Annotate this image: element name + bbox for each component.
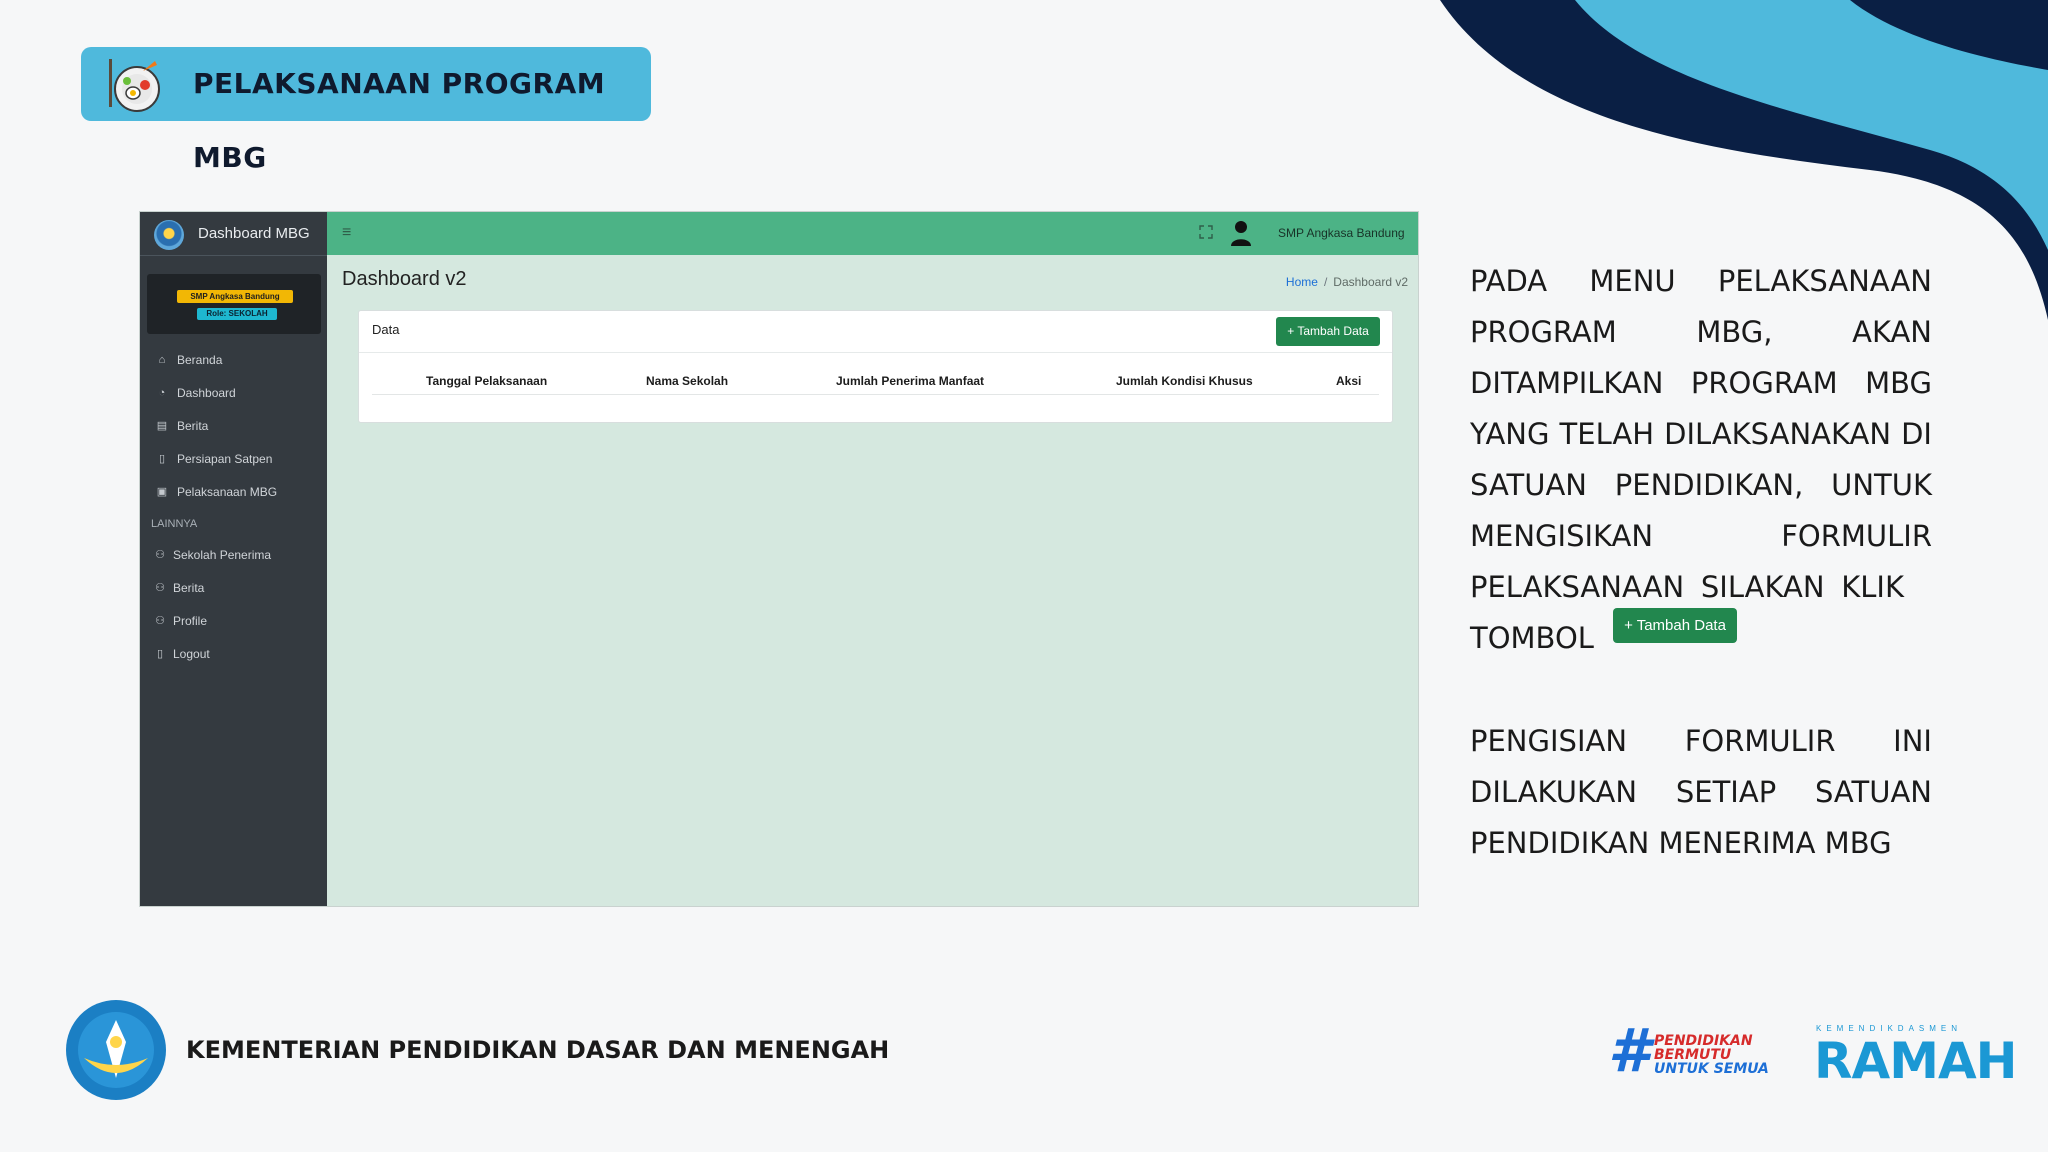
sidebar-item-pelaksanaan-mbg[interactable]: ▣ Pelaksanaan MBG: [140, 479, 327, 505]
card-header: Data + Tambah Data: [359, 311, 1392, 353]
fullscreen-icon[interactable]: [1199, 225, 1213, 239]
pendidikan-bermutu-logo: # PENDIDIKAN BERMUTU UNTUK SEMUA: [1608, 1016, 1769, 1086]
sidebar-item-berita[interactable]: ▤ Berita: [140, 413, 327, 439]
current-user-name[interactable]: SMP Angkasa Bandung: [1278, 212, 1405, 255]
ministry-logo-icon: [66, 1000, 166, 1100]
image-icon: ▣: [156, 486, 168, 498]
breadcrumb-home-link[interactable]: Home: [1286, 275, 1318, 289]
brand-name: Dashboard MBG: [198, 225, 310, 242]
column-header-kondisi-khusus[interactable]: Jumlah Kondisi Khusus: [1116, 374, 1253, 388]
logout-icon: ▯: [156, 648, 164, 660]
sidebar-item-persiapan-satpen[interactable]: ▯ Persiapan Satpen: [140, 446, 327, 472]
sidebar-section-header: LAINNYA: [151, 518, 198, 530]
food-plate-icon: [109, 59, 160, 112]
hashtag-icon: #: [1608, 1016, 1650, 1086]
sidebar-item-berita-other[interactable]: ⚇ Berita: [140, 575, 327, 601]
column-header-nama-sekolah[interactable]: Nama Sekolah: [646, 374, 728, 388]
sidebar-item-profile[interactable]: ⚇ Profile: [140, 608, 327, 634]
sidebar-item-sekolah-penerima[interactable]: ⚇ Sekolah Penerima: [140, 542, 327, 568]
newspaper-icon: ▤: [156, 420, 168, 432]
tambah-data-button-illustration: + Tambah Data: [1613, 608, 1737, 643]
sidebar-item-beranda[interactable]: ⌂ Beranda: [140, 347, 327, 373]
top-navbar: ≡ SMP Angkasa Bandung: [327, 212, 1418, 255]
column-header-tanggal[interactable]: Tanggal Pelaksanaan: [426, 374, 547, 388]
data-card: Data + Tambah Data Tanggal Pelaksanaan N…: [358, 310, 1393, 423]
slide-title: PELAKSANAAN PROGRAM MBG: [193, 67, 606, 174]
ramah-logo: KEMENDIKDASMEN RAMAH: [1814, 1024, 2017, 1090]
breadcrumb-current: Dashboard v2: [1333, 275, 1408, 289]
home-icon: ⌂: [158, 354, 166, 366]
column-header-aksi[interactable]: Aksi: [1336, 374, 1361, 388]
sidebar: Dashboard MBG SMP Angkasa Bandung Role: …: [140, 212, 327, 906]
dashboard-icon: ◔: [158, 387, 166, 399]
users-icon: ⚇: [155, 549, 165, 561]
brand[interactable]: Dashboard MBG: [140, 212, 327, 256]
sidebar-item-logout[interactable]: ▯ Logout: [140, 641, 327, 667]
role-badge: Role: SEKOLAH: [197, 308, 277, 320]
page-title: Dashboard v2: [342, 268, 467, 290]
ministry-name: KEMENTERIAN PENDIDIKAN DASAR DAN MENENGA…: [186, 1036, 890, 1064]
document-icon: ▯: [158, 453, 166, 465]
menu-toggle-icon[interactable]: ≡: [342, 224, 351, 242]
table-divider: [372, 394, 1379, 395]
slide-title-banner: PELAKSANAAN PROGRAM MBG: [81, 47, 651, 174]
user-avatar-icon[interactable]: [1230, 219, 1252, 247]
card-title: Data: [372, 322, 400, 337]
dashboard-screenshot: Dashboard MBG SMP Angkasa Bandung Role: …: [140, 212, 1418, 906]
users-icon: ⚇: [155, 615, 165, 627]
user-panel: SMP Angkasa Bandung Role: SEKOLAH: [147, 274, 321, 334]
instruction-paragraph-1: PADA MENU PELAKSANAAN PROGRAM MBG, AKAN DITA…: [1470, 264, 1932, 655]
column-header-jumlah-penerima[interactable]: Jumlah Penerima Manfaat: [836, 374, 984, 388]
brand-logo-icon: [154, 220, 184, 250]
add-data-button[interactable]: + Tambah Data: [1276, 317, 1380, 346]
instruction-paragraph-2: PENGISIAN FORMULIR INI DILAKUKAN SETIAP SATU…: [1470, 724, 1932, 860]
users-icon: ⚇: [155, 582, 165, 594]
sidebar-item-dashboard[interactable]: ◔ Dashboard: [140, 380, 327, 406]
breadcrumb: Home / Dashboard v2: [1285, 275, 1408, 289]
school-badge: SMP Angkasa Bandung: [177, 290, 293, 303]
